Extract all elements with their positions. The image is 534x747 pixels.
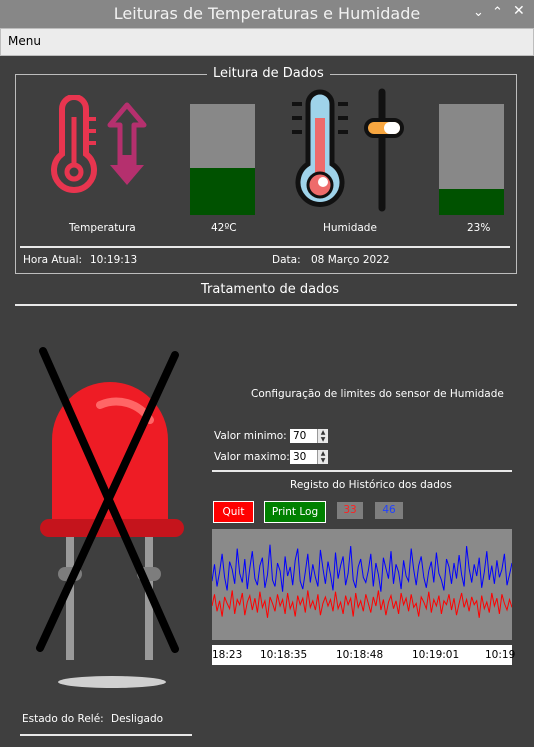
max-value-text: 30 xyxy=(293,451,307,463)
max-value-label: Valor maximo: xyxy=(214,451,290,463)
min-value-label: Valor minimo: xyxy=(214,430,287,442)
x-tick-label: 10:19:01 xyxy=(412,649,460,661)
relay-label: Estado do Relé: xyxy=(22,713,104,725)
up-down-arrows-icon xyxy=(107,102,147,185)
chevron-up-icon[interactable]: ⌃ xyxy=(492,5,503,20)
processing-divider xyxy=(15,304,517,306)
x-tick-label: 18:23 xyxy=(212,649,243,661)
x-tick-label: 10:18:35 xyxy=(260,649,308,661)
x-tick-label: 10:19 xyxy=(485,649,516,661)
min-value-spinbox[interactable]: 70 ▲ ▼ xyxy=(290,429,328,443)
humidity-level-bar xyxy=(439,104,504,215)
menu-bar: Menu xyxy=(0,28,534,56)
humidity-value: 23% xyxy=(467,222,491,234)
spin-arrows-icon[interactable]: ▲ ▼ xyxy=(317,429,328,443)
chevron-down-icon[interactable]: ⌄ xyxy=(473,5,484,20)
spin-arrows-icon[interactable]: ▲ ▼ xyxy=(317,450,328,464)
readings-divider xyxy=(20,246,510,248)
time-label: Hora Atual: xyxy=(23,254,83,266)
close-icon[interactable]: ✕ xyxy=(513,3,525,19)
history-divider xyxy=(212,470,512,472)
history-chart xyxy=(211,529,513,640)
temperature-count-badge: 33 xyxy=(337,502,363,519)
temperature-level-fill xyxy=(190,168,255,215)
history-title: Registo do Histórico dos dados xyxy=(290,479,452,491)
humidity-level-fill xyxy=(439,189,504,215)
humidity-series-line xyxy=(211,544,513,592)
date-label: Data: xyxy=(272,254,301,266)
temperature-series-line xyxy=(211,590,513,618)
limits-title: Configuração de limites do sensor de Hum… xyxy=(251,388,504,400)
temperature-level-bar xyxy=(190,104,255,215)
print-log-button[interactable]: Print Log xyxy=(264,501,326,523)
history-x-axis: 18:23 10:18:35 10:18:48 10:19:01 10:19 xyxy=(212,645,516,665)
title-bar: Leituras de Temperaturas e Humidade ⌄ ⌃ … xyxy=(0,0,534,28)
time-value: 10:19:13 xyxy=(90,254,138,266)
humidity-label: Humidade xyxy=(323,222,377,234)
min-value-text: 70 xyxy=(293,430,307,442)
relay-value: Desligado xyxy=(111,713,164,725)
history-chart-svg xyxy=(211,544,513,618)
relay-divider xyxy=(20,734,192,736)
menu-button[interactable]: Menu xyxy=(8,34,41,48)
temperature-value: 42ºC xyxy=(211,222,237,234)
humidity-thermometer-icon xyxy=(292,88,404,212)
led-off-icon xyxy=(36,347,184,688)
readings-title: Leitura de Dados xyxy=(207,66,330,81)
date-value: 08 Março 2022 xyxy=(311,254,390,266)
window-title: Leituras de Temperaturas e Humidade xyxy=(113,4,421,23)
humidity-count-badge: 46 xyxy=(375,502,403,519)
temperature-label: Temperatura xyxy=(69,222,136,234)
quit-button[interactable]: Quit xyxy=(213,501,254,523)
x-tick-label: 10:18:48 xyxy=(336,649,384,661)
processing-title: Tratamento de dados xyxy=(201,282,340,297)
max-value-spinbox[interactable]: 30 ▲ ▼ xyxy=(290,450,328,464)
